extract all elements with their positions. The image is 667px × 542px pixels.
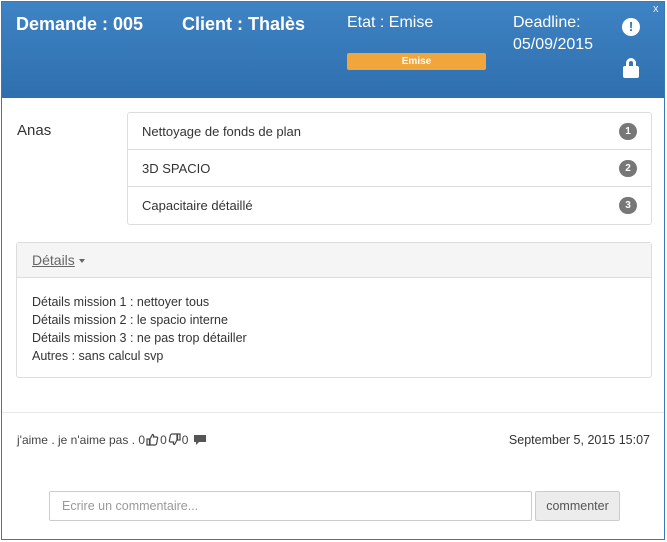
dislike-count: 0: [181, 433, 189, 447]
task-item[interactable]: 3D SPACIO 2: [128, 150, 651, 187]
task-item[interactable]: Capacitaire détaillé 3: [128, 187, 651, 224]
post-timestamp: September 5, 2015 15:07: [508, 433, 650, 447]
dislike-link[interactable]: je n'aime pas: [58, 433, 128, 447]
details-toggle-label: Détails: [32, 252, 75, 268]
thumbs-down-icon[interactable]: [168, 433, 181, 446]
details-line: Détails mission 1 : nettoyer tous: [32, 295, 210, 309]
count-a: 0: [138, 433, 146, 447]
task-badge: 2: [619, 160, 637, 177]
details-line: Détails mission 2 : le spacio interne: [32, 313, 228, 327]
task-badge: 1: [619, 123, 637, 140]
request-card: Demande : 005 Client : Thalès Etat : Emi…: [1, 1, 665, 540]
comment-submit-button[interactable]: commenter: [535, 491, 620, 521]
request-state: Etat : Emise: [347, 14, 434, 31]
deadline-label: Deadline:: [513, 14, 581, 31]
like-count: 0: [160, 433, 167, 447]
comment-icon[interactable]: [193, 434, 207, 446]
social-bar: j'aime . je n'aime pas . 000: [17, 433, 208, 447]
task-list: Nettoyage de fonds de plan 1 3D SPACIO 2…: [127, 112, 652, 225]
comment-input[interactable]: [49, 491, 532, 521]
request-number: Demande : 005: [16, 14, 144, 34]
task-label: 3D SPACIO: [142, 161, 211, 176]
lock-icon[interactable]: [623, 58, 639, 78]
lock-body: [623, 66, 639, 78]
like-link[interactable]: j'aime: [17, 433, 48, 447]
details-line: Autres : sans calcul svp: [32, 349, 164, 363]
separator: .: [51, 433, 55, 447]
caret-down-icon: [78, 259, 85, 264]
task-label: Nettoyage de fonds de plan: [142, 124, 302, 139]
deadline-value: 05/09/2015: [513, 36, 594, 53]
exclamation-circle-icon[interactable]: !: [622, 18, 640, 36]
details-toggle[interactable]: Détails: [32, 252, 85, 268]
details-line: Détails mission 3 : ne pas trop détaille…: [32, 331, 247, 345]
separator: .: [131, 433, 136, 447]
details-panel: Détails Détails mission 1 : nettoyer tou…: [16, 242, 652, 378]
client-name: Client : Thalès: [182, 14, 306, 34]
request-header: Demande : 005 Client : Thalès Etat : Emi…: [2, 2, 664, 98]
task-label: Capacitaire détaillé: [142, 198, 253, 213]
details-panel-heading: Détails: [17, 243, 651, 278]
assignee-name: Anas: [17, 122, 52, 139]
divider: [2, 412, 664, 413]
details-body: Détails mission 1 : nettoyer tous Détail…: [17, 278, 651, 365]
status-badge: Emise: [347, 53, 486, 70]
close-icon[interactable]: x: [653, 3, 659, 15]
thumbs-up-icon[interactable]: [146, 433, 159, 446]
task-badge: 3: [619, 197, 637, 214]
task-item[interactable]: Nettoyage de fonds de plan 1: [128, 113, 651, 150]
